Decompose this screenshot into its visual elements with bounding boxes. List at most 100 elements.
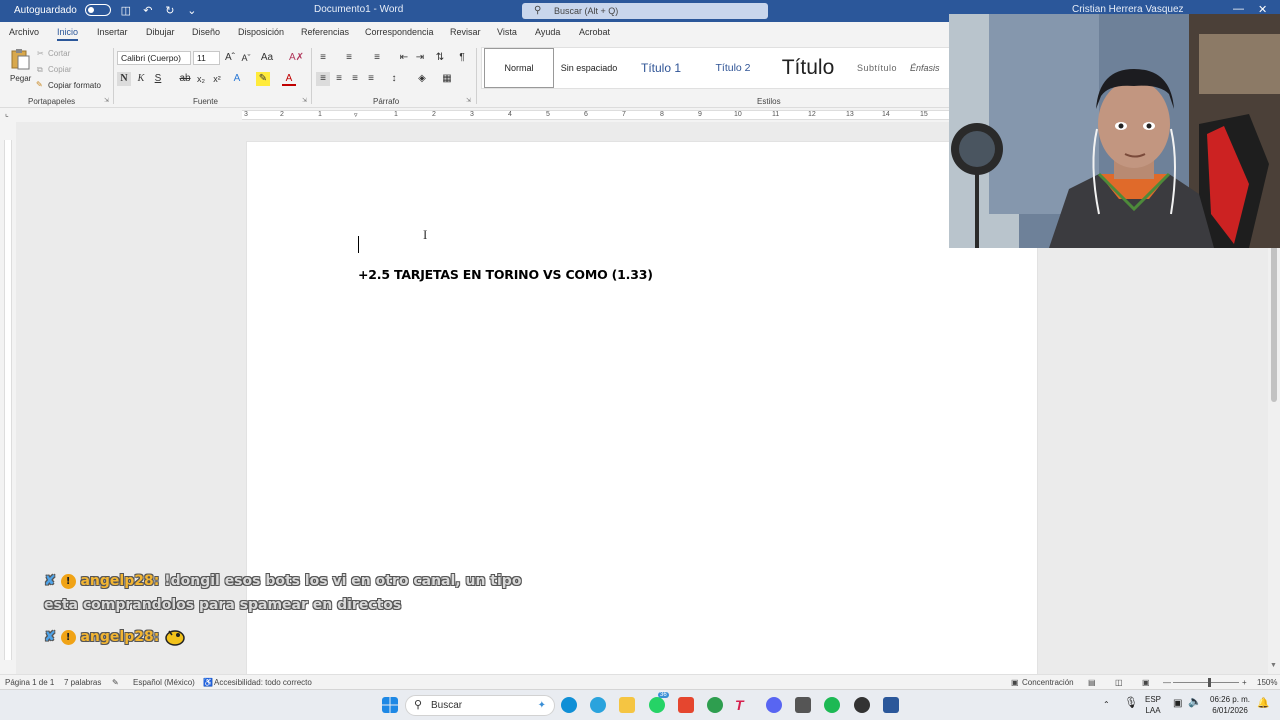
- brave-icon[interactable]: [678, 697, 694, 713]
- font-launcher-icon[interactable]: ⇲: [302, 97, 307, 104]
- increase-indent-icon[interactable]: ⇥: [413, 51, 427, 65]
- style-title[interactable]: Título: [770, 48, 846, 88]
- borders-icon[interactable]: ▦: [440, 72, 454, 86]
- notifications-icon[interactable]: 🔔: [1257, 698, 1269, 709]
- input-language[interactable]: ESP LAA: [1145, 694, 1161, 716]
- word-count[interactable]: 7 palabras: [64, 678, 101, 687]
- paragraph-launcher-icon[interactable]: ⇲: [466, 97, 471, 104]
- paste-button[interactable]: Pegar: [8, 48, 32, 90]
- align-right-icon[interactable]: ≡: [348, 72, 362, 86]
- style-heading1[interactable]: Título 1: [626, 48, 696, 88]
- format-painter-button[interactable]: Copiar formato: [48, 81, 101, 90]
- tab-insertar[interactable]: Insertar: [97, 27, 128, 37]
- tab-archivo[interactable]: Archivo: [9, 27, 39, 37]
- clear-formatting-icon[interactable]: A✗: [289, 51, 304, 65]
- decrease-indent-icon[interactable]: ⇤: [397, 51, 411, 65]
- style-heading2[interactable]: Título 2: [698, 48, 768, 88]
- autosave-toggle[interactable]: [84, 4, 111, 16]
- tab-revisar[interactable]: Revisar: [450, 27, 481, 37]
- copy-icon[interactable]: ⧉: [37, 65, 43, 75]
- scroll-down-icon[interactable]: ▼: [1270, 662, 1277, 669]
- bullets-icon[interactable]: ≡: [316, 51, 330, 65]
- italic-icon[interactable]: K: [134, 72, 148, 86]
- highlight-icon[interactable]: ✎: [256, 72, 270, 86]
- font-size-combo[interactable]: 11: [193, 51, 220, 65]
- clock[interactable]: 06:26 p. m. 6/01/2026: [1210, 694, 1250, 716]
- zoom-slider-thumb[interactable]: [1208, 678, 1211, 687]
- tab-ayuda[interactable]: Ayuda: [535, 27, 560, 37]
- redo-icon[interactable]: ↻: [163, 3, 177, 17]
- accessibility-icon[interactable]: ♿: [203, 678, 213, 687]
- network-icon[interactable]: ▣: [1173, 698, 1182, 709]
- tab-diseno[interactable]: Diseño: [192, 27, 220, 37]
- change-case-icon[interactable]: Aa: [260, 51, 274, 65]
- microphone-icon[interactable]: 🎙: [1124, 698, 1138, 709]
- style-no-spacing[interactable]: Sin espaciado: [556, 48, 622, 88]
- cut-icon[interactable]: ✂: [37, 49, 44, 58]
- grow-font-icon[interactable]: Aˆ: [223, 51, 237, 65]
- indent-marker-icon[interactable]: ▿: [354, 111, 358, 119]
- text-effects-icon[interactable]: A: [230, 72, 244, 86]
- print-layout-icon[interactable]: ◫: [1115, 678, 1123, 687]
- obs-icon[interactable]: [854, 697, 870, 713]
- read-mode-icon[interactable]: ▤: [1088, 678, 1096, 687]
- accessibility-status[interactable]: Accesibilidad: todo correcto: [214, 678, 312, 687]
- calculator-icon[interactable]: [795, 697, 811, 713]
- superscript-icon[interactable]: x²: [210, 72, 224, 86]
- shrink-font-icon[interactable]: Aˇ: [239, 51, 253, 65]
- copy-button[interactable]: Copiar: [48, 65, 72, 74]
- whatsapp-icon[interactable]: [649, 697, 665, 713]
- font-name-combo[interactable]: Calibri (Cuerpo): [117, 51, 191, 65]
- numbering-icon[interactable]: ≡: [342, 51, 356, 65]
- zoom-in-icon[interactable]: +: [1242, 678, 1247, 687]
- strikethrough-icon[interactable]: ab: [178, 72, 192, 86]
- align-center-icon[interactable]: ≡: [332, 72, 346, 86]
- zoom-out-icon[interactable]: —: [1163, 678, 1171, 687]
- save-icon[interactable]: ◫: [119, 3, 133, 17]
- shading-icon[interactable]: ◈: [415, 72, 429, 86]
- proofing-icon[interactable]: ✎: [112, 678, 119, 687]
- tab-acrobat[interactable]: Acrobat: [579, 27, 610, 37]
- tab-selector-icon[interactable]: ⌞: [5, 109, 9, 118]
- style-subtitle[interactable]: Subtítulo: [848, 48, 906, 88]
- font-color-icon[interactable]: A: [282, 72, 296, 86]
- title-search-box[interactable]: ⚲ Buscar (Alt + Q): [522, 3, 768, 19]
- bold-icon[interactable]: N: [117, 72, 131, 86]
- show-marks-icon[interactable]: ¶: [455, 51, 469, 65]
- volume-icon[interactable]: 🔈: [1188, 697, 1202, 708]
- line-spacing-icon[interactable]: ↕: [387, 72, 401, 86]
- underline-icon[interactable]: S: [151, 72, 165, 86]
- spotify-icon[interactable]: [824, 697, 840, 713]
- subscript-icon[interactable]: x₂: [194, 72, 208, 86]
- taskbar-search[interactable]: ⚲ Buscar ✦: [405, 695, 555, 716]
- sort-icon[interactable]: ⇅: [433, 51, 447, 65]
- tab-inicio[interactable]: Inicio: [57, 27, 79, 41]
- zoom-slider[interactable]: [1173, 678, 1239, 687]
- tab-correspondencia[interactable]: Correspondencia: [365, 27, 434, 37]
- discord-icon[interactable]: [766, 697, 782, 713]
- cut-button[interactable]: Cortar: [48, 49, 70, 58]
- document-paragraph[interactable]: +2.5 TARJETAS EN TORINO VS COMO (1.33): [358, 267, 653, 282]
- customize-chevron-icon[interactable]: ⌄: [185, 3, 199, 17]
- telegram-icon[interactable]: [590, 697, 606, 713]
- chrome-icon[interactable]: [707, 697, 723, 713]
- undo-icon[interactable]: ↶: [141, 3, 155, 17]
- justify-icon[interactable]: ≡: [364, 72, 378, 86]
- tab-referencias[interactable]: Referencias: [301, 27, 349, 37]
- align-left-icon[interactable]: ≡: [316, 72, 330, 86]
- start-icon[interactable]: [382, 697, 398, 713]
- tab-vista[interactable]: Vista: [497, 27, 517, 37]
- format-painter-icon[interactable]: ✎: [36, 80, 43, 89]
- app-t-icon[interactable]: T: [735, 697, 751, 713]
- multilevel-list-icon[interactable]: ≡: [370, 51, 384, 65]
- clipboard-launcher-icon[interactable]: ⇲: [104, 97, 109, 104]
- style-normal[interactable]: Normal: [484, 48, 554, 88]
- edge-icon[interactable]: [561, 697, 577, 713]
- style-emphasis[interactable]: Énfasis: [910, 48, 950, 88]
- page-count[interactable]: Página 1 de 1: [5, 678, 54, 687]
- web-layout-icon[interactable]: ▣: [1142, 678, 1150, 687]
- focus-mode-button[interactable]: Concentración: [1022, 678, 1074, 687]
- language-status[interactable]: Español (México): [133, 678, 195, 687]
- tray-overflow-icon[interactable]: ⌃: [1103, 699, 1110, 710]
- tab-dibujar[interactable]: Dibujar: [146, 27, 175, 37]
